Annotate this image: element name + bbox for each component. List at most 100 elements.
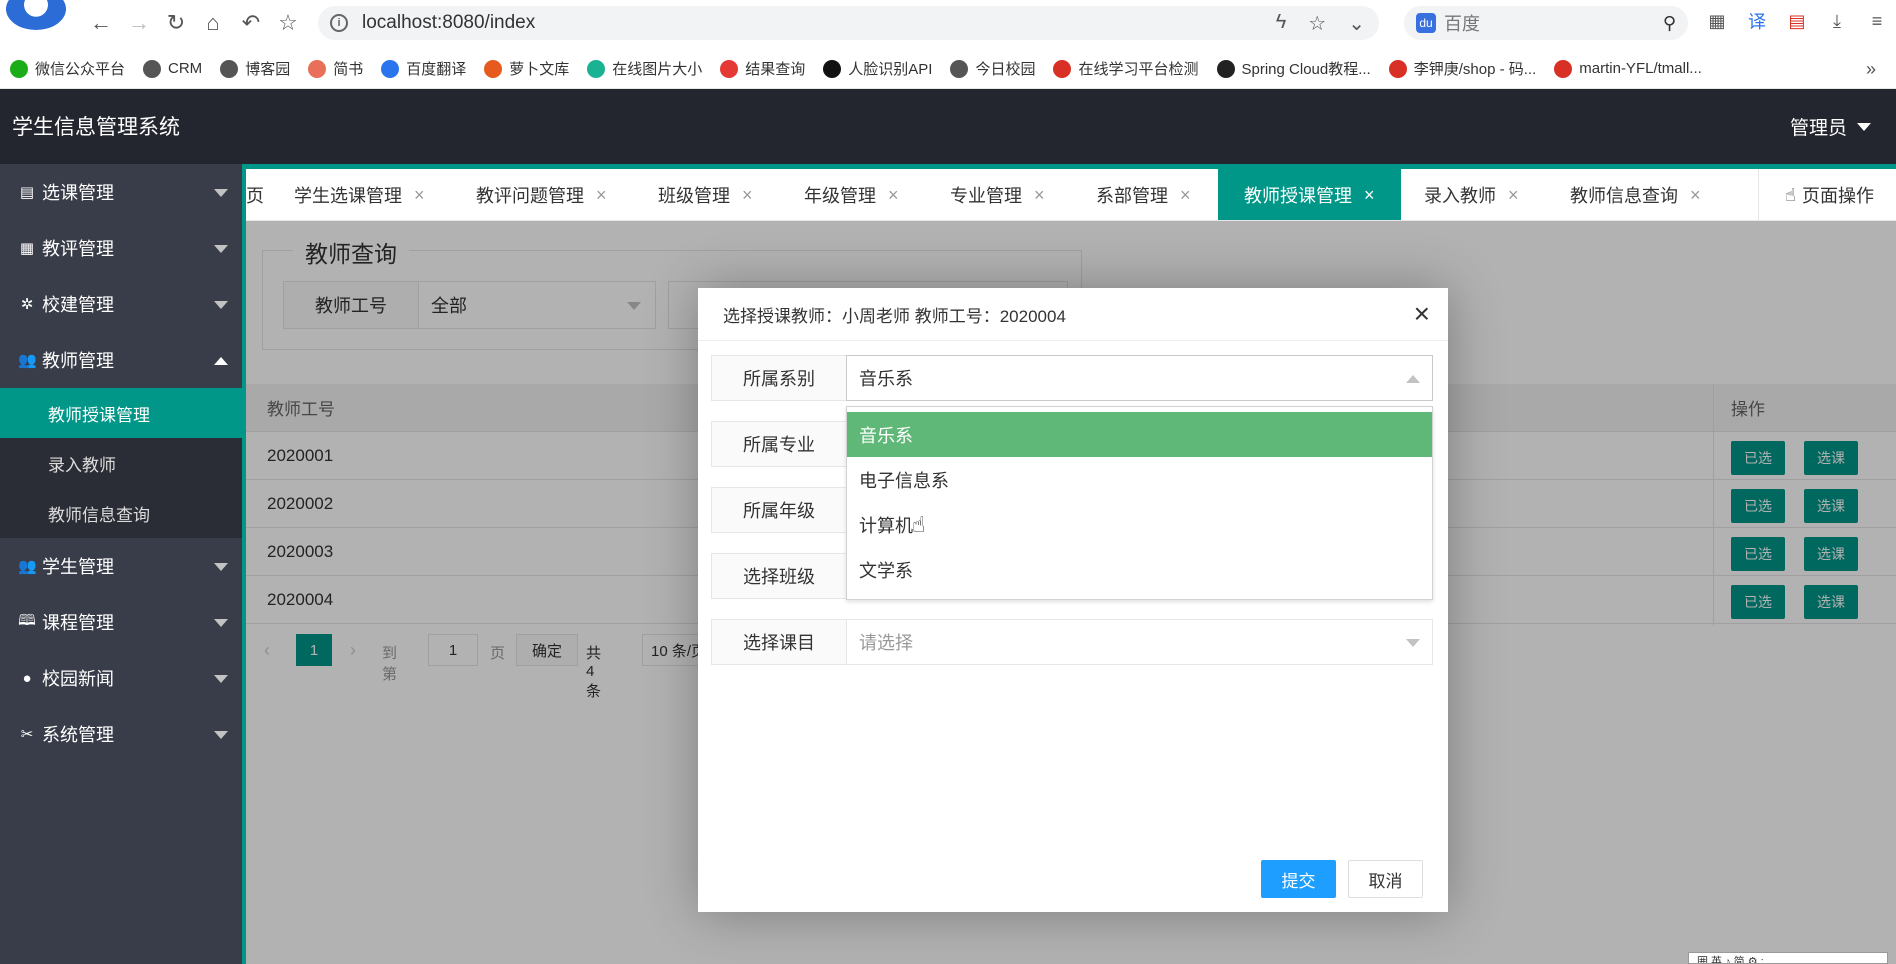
forward-icon[interactable]: → [126,10,152,36]
sidebar-item-teacher-query[interactable]: 教师信息查询 [0,488,242,538]
bookmark-icon [143,59,162,78]
bookmark-item[interactable]: CRM [143,59,202,78]
tab-label: 学生选课管理 [294,186,402,206]
undo-icon[interactable]: ↶ [238,10,264,36]
download-icon[interactable]: ⤓ [1824,8,1850,34]
bookmark-item[interactable]: 百度翻译 [381,58,466,79]
bookmark-item[interactable]: martin-YFL/tmall... [1554,59,1702,78]
bookmark-item[interactable]: 结果查询 [720,58,805,79]
bookmark-item[interactable]: 博客园 [220,58,290,79]
close-icon[interactable]: × [414,185,425,206]
sidebar-item-news[interactable]: ● 校园新闻 [0,650,242,706]
close-icon[interactable]: × [1508,185,1519,206]
caret-down-icon [214,563,228,571]
chevron-down-icon[interactable]: ⌄ [1348,11,1365,36]
bookmark-item[interactable]: 今日校园 [950,58,1035,79]
close-icon[interactable]: × [1414,300,1430,328]
sidebar-item-evaluation[interactable]: ▦ 教评管理 [0,220,242,276]
qr-icon[interactable]: ▦ [1704,8,1730,34]
tab-teacher-query[interactable]: 教师信息查询 × [1570,169,1701,220]
cancel-button[interactable]: 取消 [1348,860,1423,898]
sidebar-submenu: 教师授课管理 录入教师 教师信息查询 [0,388,242,538]
dropdown-option[interactable]: 音乐系 [847,412,1432,457]
sidebar-item-label: 课程管理 [42,613,114,633]
caret-up-icon [1406,375,1420,383]
sidebar-item-student[interactable]: 👥 学生管理 [0,538,242,594]
bookmark-item[interactable]: 人脸识别API [823,58,932,79]
sidebar-item-label: 校园新闻 [42,669,114,689]
tree-icon: ✲ [20,296,34,313]
bookmark-item[interactable]: 简书 [308,58,363,79]
bookmark-icon [950,59,969,78]
course-select[interactable]: 请选择 [846,619,1433,665]
bookmark-label: 萝卜文库 [509,61,570,78]
lightning-icon[interactable]: ϟ [1276,11,1287,36]
close-icon[interactable]: × [888,185,899,206]
user-name: 管理员 [1789,118,1847,139]
sidebar-item-add-teacher[interactable]: 录入教师 [0,438,242,488]
bookmark-item[interactable]: 微信公众平台 [10,58,125,79]
bookmark-item[interactable]: Spring Cloud教程... [1216,58,1371,79]
tab-major[interactable]: 专业管理 × [950,169,1045,220]
close-icon[interactable]: × [1364,185,1375,206]
bookmark-star-icon[interactable]: ☆ [1308,11,1326,36]
bookmark-icon [484,59,503,78]
reload-icon[interactable]: ↻ [163,10,189,36]
sidebar-item-teaching-mgmt[interactable]: 教师授课管理 [0,388,242,438]
bookmarks-more-icon[interactable]: » [1866,59,1876,80]
bookmark-label: 人脸识别API [848,61,933,78]
tab-student-course[interactable]: 学生选课管理 × [294,169,425,220]
close-icon[interactable]: × [742,185,753,206]
bookmark-icon [308,59,327,78]
bookmark-label: 在线学习平台检测 [1078,61,1199,78]
submit-button[interactable]: 提交 [1261,860,1336,898]
sidebar-item-label: 教师管理 [42,351,114,371]
tab-label: 系部管理 [1096,186,1168,206]
sidebar-item-label: 教评管理 [42,239,114,259]
bookmarks-bar: 微信公众平台 CRM 博客园 简书 百度翻译 萝卜文库 在线图片大小 结果查询 人脸识别API 今… [0,49,1896,89]
tab-partial[interactable]: 页 [246,169,264,220]
menu-icon[interactable]: ≡ [1864,8,1890,34]
home-icon[interactable]: ⌂ [200,10,226,36]
dropdown-option[interactable]: 电子信息系 [847,457,1432,502]
pdf-icon[interactable]: ▤ [1784,8,1810,34]
grid-icon: ▦ [19,240,35,257]
close-icon[interactable]: × [1034,185,1045,206]
back-icon[interactable]: ← [88,10,114,36]
tab-label: 教师授课管理 [1244,186,1352,206]
close-icon[interactable]: × [596,185,607,206]
bookmark-item[interactable]: 在线图片大小 [587,58,702,79]
bookmark-icon [823,59,842,78]
tab-add-teacher[interactable]: 录入教师 × [1424,169,1519,220]
search-placeholder: 百度 [1444,14,1480,34]
info-icon[interactable]: i [330,14,348,32]
address-bar[interactable]: i localhost:8080/index ϟ ☆ ⌄ [318,6,1379,40]
dropdown-option[interactable]: 文学系 [847,547,1432,592]
bookmark-label: martin-YFL/tmall... [1579,60,1702,77]
bookmark-item[interactable]: 萝卜文库 [484,58,569,79]
user-menu[interactable]: 管理员 [1790,113,1871,140]
sidebar-item-system[interactable]: ✂ 系统管理 [0,706,242,762]
sidebar-item-campus[interactable]: ✲ 校建管理 [0,276,242,332]
sidebar-item-course-select[interactable]: ▤ 选课管理 [0,164,242,220]
department-select[interactable]: 音乐系 [846,355,1433,401]
bookmark-item[interactable]: 在线学习平台检测 [1053,58,1199,79]
tab-grade[interactable]: 年级管理 × [804,169,899,220]
search-input[interactable]: du 百度 ⚲ [1404,6,1688,40]
select-placeholder: 请选择 [859,633,913,653]
search-icon[interactable]: ⚲ [1663,13,1676,34]
sidebar-item-teacher[interactable]: 👥 教师管理 [0,332,242,388]
page-ops-button[interactable]: ☝ 页面操作 [1758,169,1896,220]
dropdown-option[interactable]: 计算机 [847,502,1432,547]
tab-evaluation-question[interactable]: 教评问题管理 × [476,169,607,220]
tab-teaching-mgmt[interactable]: 教师授课管理 × [1218,169,1401,220]
tab-department[interactable]: 系部管理 × [1096,169,1191,220]
close-icon[interactable]: × [1180,185,1191,206]
bookmark-item[interactable]: 李钾庚/shop - 码... [1388,58,1536,79]
close-icon[interactable]: × [1690,185,1701,206]
bookmark-label: 简书 [333,61,364,78]
star-icon[interactable]: ☆ [275,10,301,36]
sidebar-item-course[interactable]: 🕮 课程管理 [0,594,242,650]
tab-class[interactable]: 班级管理 × [658,169,753,220]
translate-icon[interactable]: 译 [1744,8,1770,34]
